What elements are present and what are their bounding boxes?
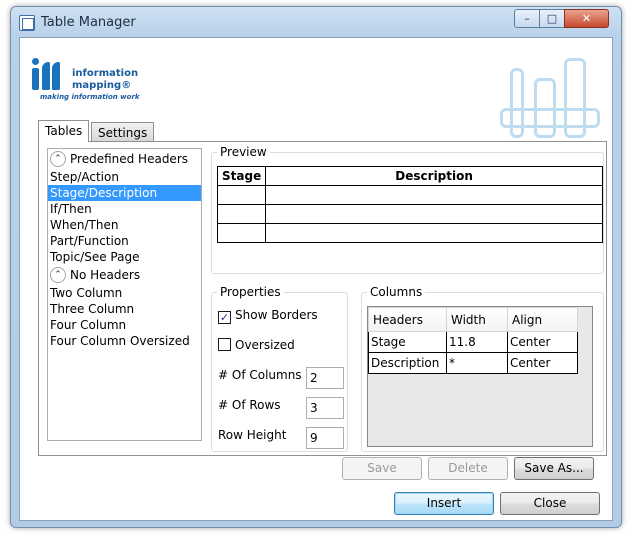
rows-count-label: # Of Rows	[218, 398, 281, 412]
logo-tagline: making information work	[40, 93, 140, 101]
row-height-input[interactable]: 9	[306, 427, 344, 449]
list-item-topic-see-page[interactable]: Topic/See Page	[48, 249, 201, 265]
group-header-no-headers[interactable]: ⌃ No Headers	[48, 265, 201, 285]
oversized-label: Oversized	[235, 338, 295, 352]
oversized-checkbox[interactable]: Oversized	[218, 335, 295, 355]
table-template-list[interactable]: ⌃ Predefined Headers Step/Action Stage/D…	[47, 148, 202, 441]
close-button[interactable]: Close	[500, 492, 600, 515]
preview-table: Stage Description	[216, 166, 603, 243]
columns-title: Columns	[367, 285, 426, 299]
logo-mark-icon	[32, 58, 66, 90]
table-row[interactable]: Stage 11.8 Center	[368, 331, 578, 353]
minimize-button[interactable]: –	[514, 9, 540, 28]
delete-button[interactable]: Delete	[428, 457, 508, 480]
preview-row	[216, 185, 603, 205]
cell-width[interactable]: *	[446, 352, 508, 374]
columns-count-label: # Of Columns	[218, 368, 302, 382]
list-item-three-column[interactable]: Three Column	[48, 301, 201, 317]
save-button[interactable]: Save	[342, 457, 422, 480]
column-header-align[interactable]: Align	[507, 307, 578, 332]
column-header-headers[interactable]: Headers	[368, 307, 447, 332]
preview-title: Preview	[217, 145, 270, 159]
collapse-icon[interactable]: ⌃	[50, 151, 66, 167]
preview-row	[216, 204, 603, 224]
preview-row	[216, 223, 603, 243]
show-borders-label: Show Borders	[235, 308, 318, 322]
close-window-button[interactable]: ✕	[564, 9, 609, 28]
list-item-four-column-oversized[interactable]: Four Column Oversized	[48, 333, 201, 349]
logo-text-mapping: mapping®	[72, 80, 132, 91]
group-header-label: Predefined Headers	[70, 152, 189, 166]
window-frame: Table Manager – □ ✕ information mapping®…	[10, 6, 622, 528]
preview-group: Preview Stage Description	[211, 145, 604, 274]
insert-button[interactable]: Insert	[394, 492, 494, 515]
group-header-predefined[interactable]: ⌃ Predefined Headers	[48, 149, 201, 169]
app-icon[interactable]	[19, 15, 35, 31]
window-client: information mapping® making information …	[19, 37, 613, 521]
group-header-label: No Headers	[70, 268, 141, 282]
information-mapping-logo: information mapping® making information …	[32, 56, 152, 102]
list-item-four-column[interactable]: Four Column	[48, 317, 201, 333]
table-row[interactable]: Description * Center	[368, 352, 578, 374]
list-item-two-column[interactable]: Two Column	[48, 285, 201, 301]
tab-tables[interactable]: Tables	[38, 120, 90, 142]
properties-title: Properties	[217, 285, 284, 299]
logo-text-information: information	[72, 68, 139, 79]
cell-header[interactable]: Description	[368, 352, 447, 374]
save-as-button[interactable]: Save As...	[514, 457, 594, 480]
tab-settings[interactable]: Settings	[91, 122, 155, 141]
row-height-label: Row Height	[218, 428, 287, 442]
background-watermark	[490, 48, 610, 148]
columns-count-input[interactable]: 2	[306, 367, 344, 389]
checkbox-unchecked-icon[interactable]	[218, 338, 231, 351]
list-item-step-action[interactable]: Step/Action	[48, 169, 201, 185]
collapse-icon[interactable]: ⌃	[50, 267, 66, 283]
columns-data-grid[interactable]: Headers Width Align Stage 11.8 Center De…	[367, 306, 593, 447]
maximize-button[interactable]: □	[539, 9, 565, 28]
cell-header[interactable]: Stage	[368, 331, 447, 353]
list-item-part-function[interactable]: Part/Function	[48, 233, 201, 249]
window-title: Table Manager	[41, 15, 136, 30]
rows-count-input[interactable]: 3	[306, 397, 344, 419]
show-borders-checkbox[interactable]: ✓ Show Borders	[218, 305, 318, 325]
title-bar[interactable]: Table Manager – □ ✕	[11, 7, 621, 37]
list-item-when-then[interactable]: When/Then	[48, 217, 201, 233]
cell-align[interactable]: Center	[507, 331, 578, 353]
preview-header-stage: Stage	[216, 166, 267, 186]
column-header-width[interactable]: Width	[446, 307, 508, 332]
properties-group: Properties ✓ Show Borders Oversized # Of …	[211, 285, 348, 452]
columns-group: Columns Headers Width Align Stage 11.8 C…	[361, 285, 604, 452]
cell-width[interactable]: 11.8	[446, 331, 508, 353]
cell-align[interactable]: Center	[507, 352, 578, 374]
list-item-stage-description[interactable]: Stage/Description	[48, 185, 201, 201]
checkbox-checked-icon[interactable]: ✓	[218, 311, 231, 324]
tables-tab-panel: ⌃ Predefined Headers Step/Action Stage/D…	[38, 141, 607, 456]
preview-header-description: Description	[265, 166, 603, 186]
list-item-if-then[interactable]: If/Then	[48, 201, 201, 217]
